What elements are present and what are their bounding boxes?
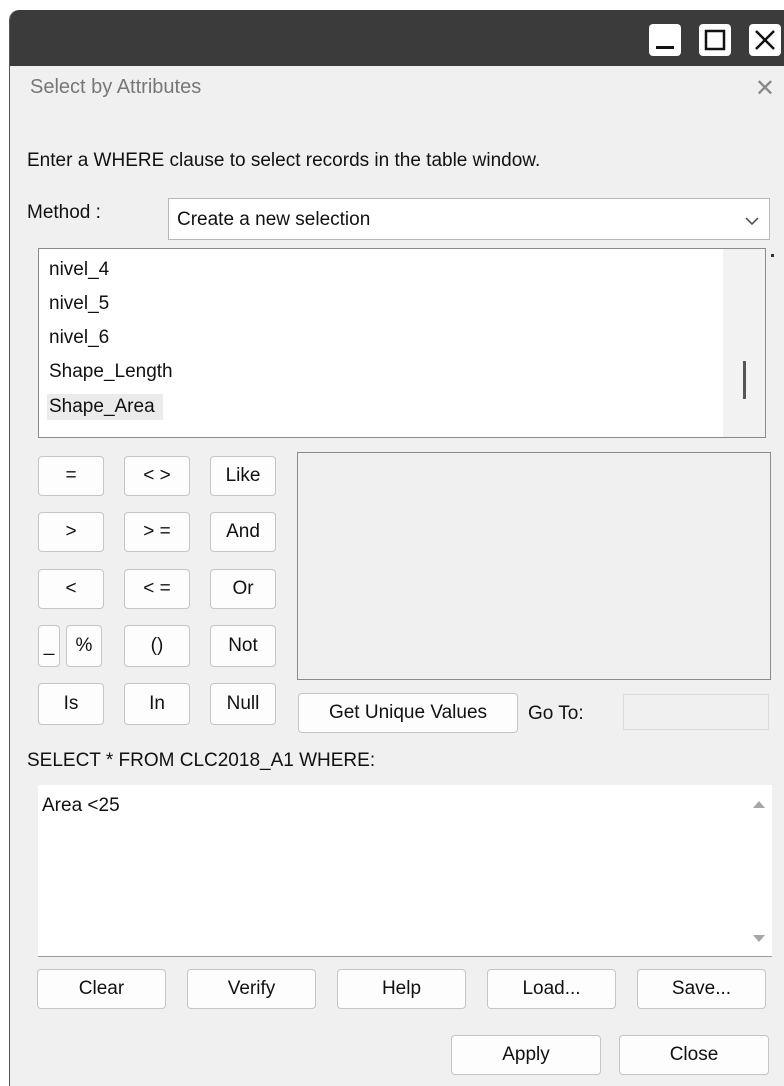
less-equal-button[interactable]: < = bbox=[124, 569, 190, 609]
like-button[interactable]: Like bbox=[210, 456, 276, 496]
method-dropdown[interactable]: Create a new selection bbox=[168, 198, 770, 240]
less-than-button[interactable]: < bbox=[38, 569, 104, 609]
goto-label: Go To: bbox=[528, 703, 584, 724]
help-button[interactable]: Help bbox=[337, 969, 466, 1009]
list-item-selected[interactable]: Shape_Area bbox=[47, 394, 163, 420]
close-button[interactable]: Close bbox=[619, 1035, 769, 1075]
list-item[interactable]: nivel_6 bbox=[49, 327, 109, 349]
expression-text: Area <25 bbox=[42, 795, 120, 816]
list-item[interactable]: Shape_Length bbox=[49, 361, 173, 383]
title-bar bbox=[10, 10, 784, 66]
underscore-button[interactable]: _ bbox=[38, 625, 60, 667]
apply-button[interactable]: Apply bbox=[451, 1035, 601, 1075]
not-button[interactable]: Not bbox=[210, 625, 276, 667]
verify-button[interactable]: Verify bbox=[187, 969, 316, 1009]
equals-button[interactable]: = bbox=[38, 456, 104, 496]
chevron-down-icon bbox=[745, 213, 759, 231]
minimize-icon[interactable] bbox=[649, 24, 681, 56]
parentheses-button[interactable]: () bbox=[124, 625, 190, 667]
scrollbar[interactable] bbox=[746, 785, 772, 956]
not-equal-button[interactable]: < > bbox=[124, 456, 190, 496]
or-button[interactable]: Or bbox=[210, 569, 276, 609]
instruction-text: Enter a WHERE clause to select records i… bbox=[27, 150, 541, 171]
save-button[interactable]: Save... bbox=[637, 969, 766, 1009]
load-button[interactable]: Load... bbox=[487, 969, 616, 1009]
resize-dot-icon bbox=[771, 254, 774, 257]
expression-textarea[interactable]: Area <25 bbox=[38, 785, 772, 957]
greater-than-button[interactable]: > bbox=[38, 512, 104, 552]
goto-input[interactable] bbox=[623, 694, 769, 730]
dialog-title: Select by Attributes bbox=[30, 76, 202, 98]
close-icon[interactable] bbox=[749, 24, 781, 56]
scroll-up-icon bbox=[753, 801, 765, 808]
get-unique-values-button[interactable]: Get Unique Values bbox=[298, 693, 518, 733]
is-button[interactable]: Is bbox=[38, 683, 104, 725]
query-prefix-label: SELECT * FROM CLC2018_A1 WHERE: bbox=[27, 750, 376, 771]
select-by-attributes-window: Select by Attributes ✕ Enter a WHERE cla… bbox=[9, 10, 784, 1086]
list-item[interactable]: nivel_4 bbox=[49, 259, 109, 281]
in-button[interactable]: In bbox=[124, 683, 190, 725]
percent-button[interactable]: % bbox=[66, 625, 102, 667]
scrollbar-thumb[interactable] bbox=[743, 361, 746, 399]
unique-values-list[interactable] bbox=[297, 452, 771, 680]
method-label: Method : bbox=[27, 202, 101, 223]
maximize-icon[interactable] bbox=[699, 24, 731, 56]
field-list[interactable]: nivel_4 nivel_5 nivel_6 Shape_Length Sha… bbox=[38, 248, 766, 438]
list-item[interactable]: nivel_5 bbox=[49, 293, 109, 315]
dialog-close-icon[interactable]: ✕ bbox=[755, 74, 775, 103]
scroll-down-icon bbox=[753, 935, 765, 942]
greater-equal-button[interactable]: > = bbox=[124, 512, 190, 552]
clear-button[interactable]: Clear bbox=[37, 969, 166, 1009]
and-button[interactable]: And bbox=[210, 512, 276, 552]
method-value: Create a new selection bbox=[177, 209, 371, 230]
scrollbar[interactable] bbox=[723, 249, 765, 437]
null-button[interactable]: Null bbox=[210, 683, 276, 725]
